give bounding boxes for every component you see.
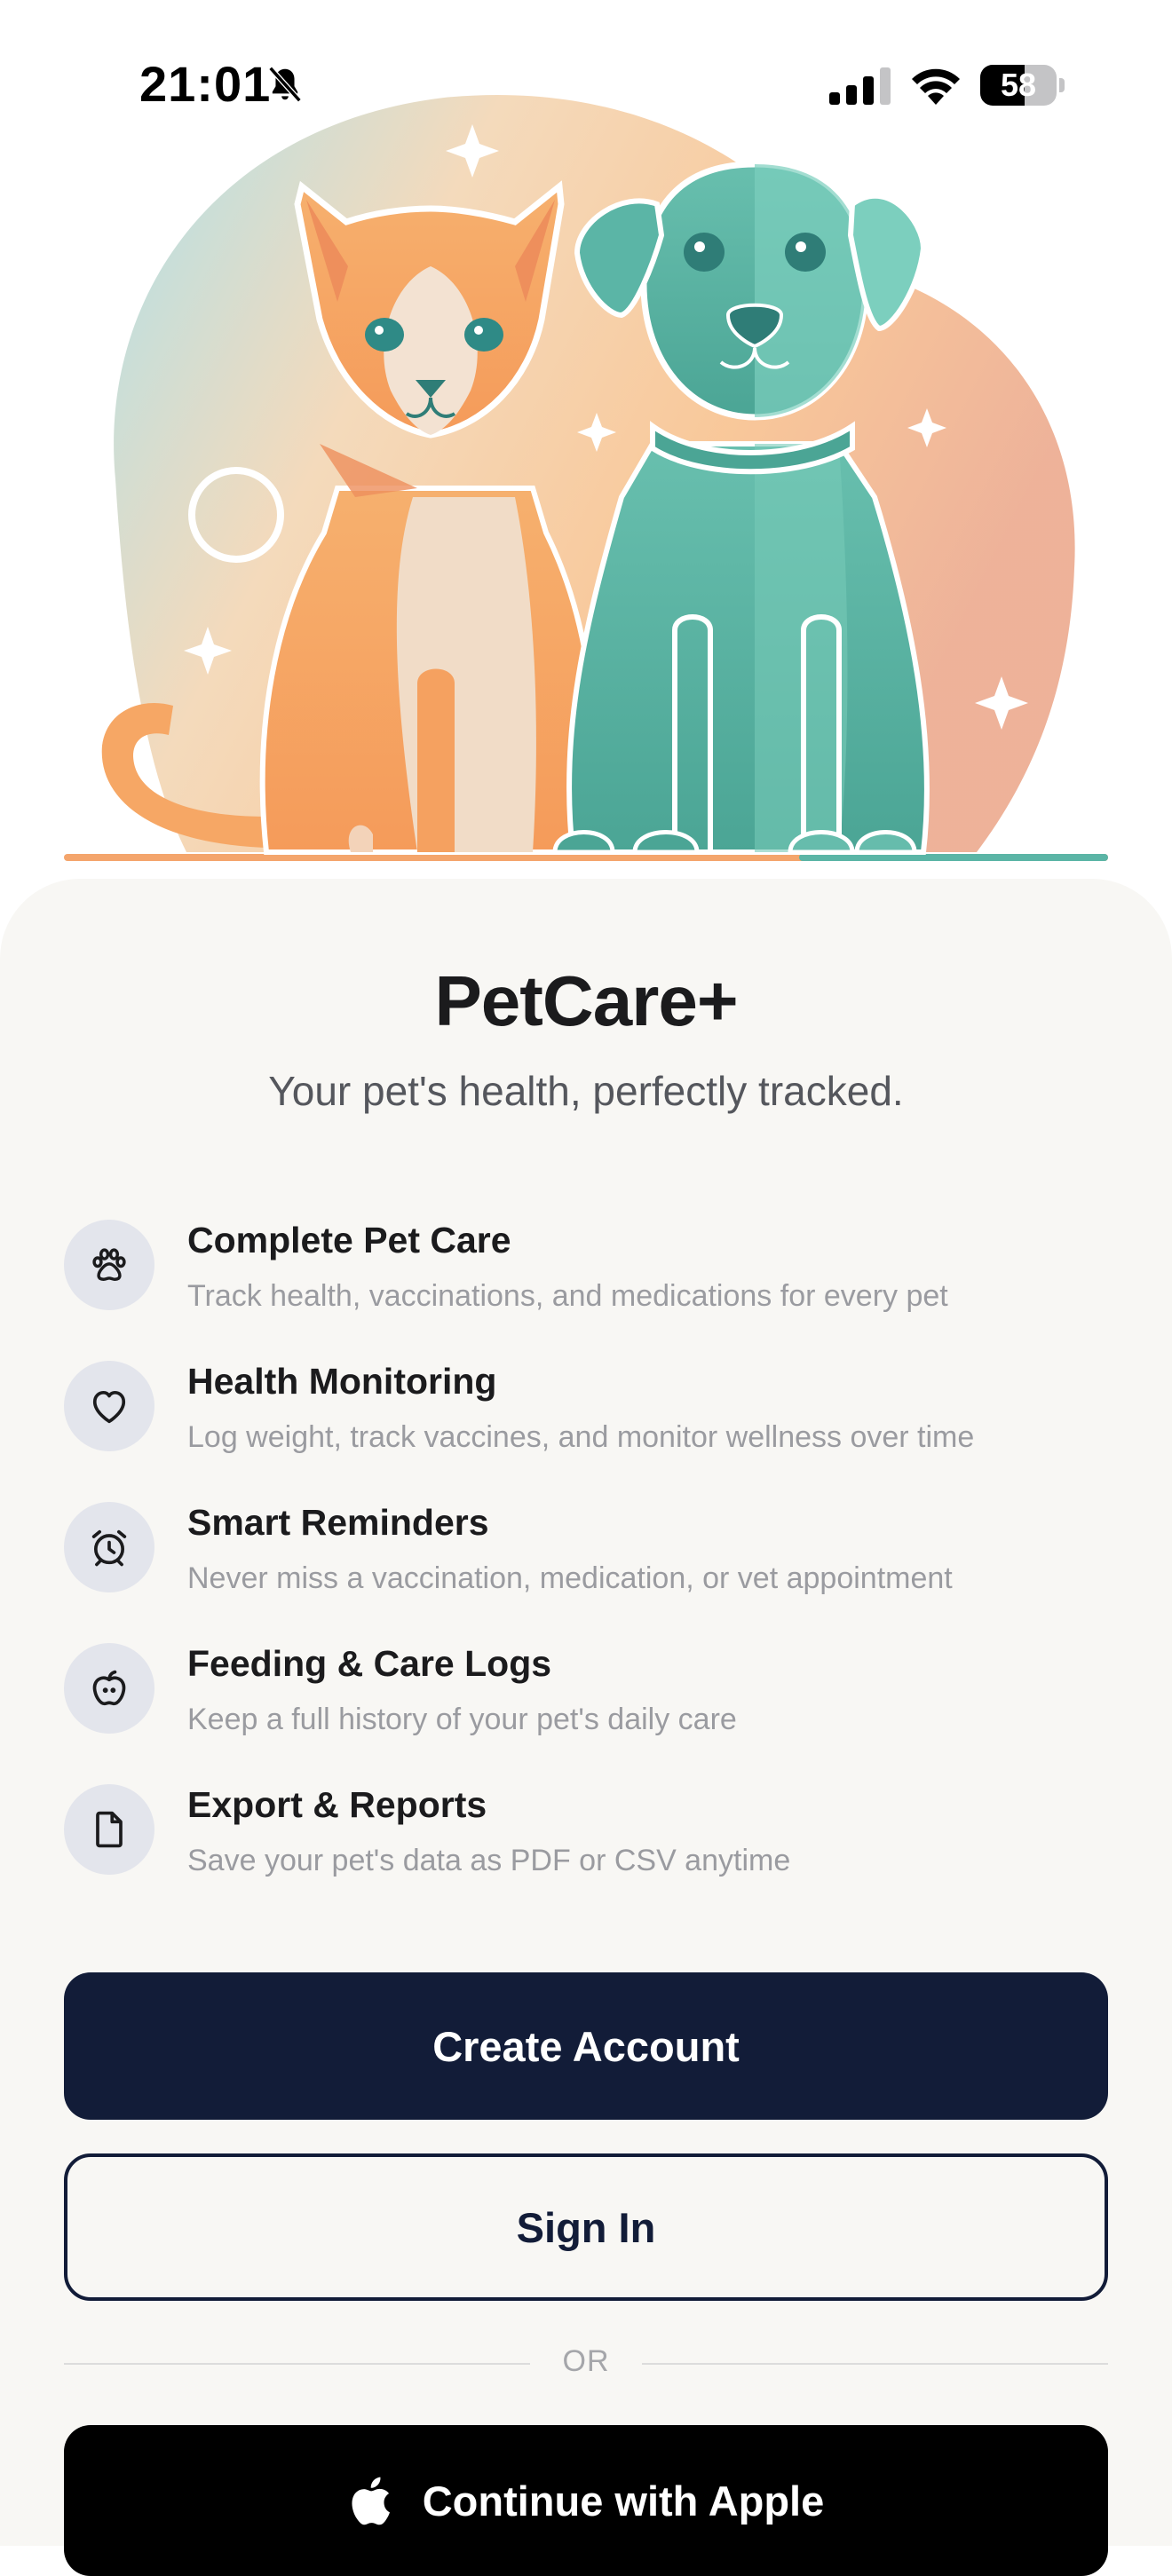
heart-icon <box>64 1361 154 1451</box>
battery-percentage: 58 <box>1000 67 1037 103</box>
bell-slash-icon <box>268 66 302 103</box>
paw-icon <box>64 1220 154 1310</box>
feature-export-reports: Export & Reports Save your pet's data as… <box>64 1784 1129 1891</box>
feature-title: Complete Pet Care <box>187 1220 511 1260</box>
feature-subtitle: Keep a full history of your pet's daily … <box>187 1703 737 1736</box>
feature-subtitle: Log weight, track vaccines, and monitor … <box>187 1420 975 1454</box>
feature-subtitle: Never miss a vaccination, medication, or… <box>187 1561 953 1595</box>
feature-subtitle: Save your pet's data as PDF or CSV anyti… <box>187 1844 791 1877</box>
feature-title: Health Monitoring <box>187 1361 497 1402</box>
cellular-signal-icon <box>829 67 891 105</box>
or-divider-label: OR <box>562 2344 610 2378</box>
continue-with-apple-label: Continue with Apple <box>422 2477 825 2525</box>
status-time: 21:01 <box>139 56 272 112</box>
battery-icon: 58 <box>980 65 1057 106</box>
apple-fruit-icon <box>64 1643 154 1734</box>
feature-health-monitoring: Health Monitoring Log weight, track vacc… <box>64 1361 1129 1467</box>
feature-title: Feeding & Care Logs <box>187 1643 552 1684</box>
app-tagline: Your pet's health, perfectly tracked. <box>268 1068 904 1114</box>
sign-in-button[interactable]: Sign In <box>64 2153 1108 2301</box>
document-icon <box>64 1784 154 1875</box>
feature-complete-pet-care: Complete Pet Care Track health, vaccinat… <box>64 1220 1129 1326</box>
wifi-icon <box>912 68 960 105</box>
continue-with-apple-button[interactable]: Continue with Apple <box>64 2425 1108 2576</box>
status-bar: 21:01 58 <box>0 0 1172 169</box>
create-account-button[interactable]: Create Account <box>64 1972 1108 2120</box>
feature-subtitle: Track health, vaccinations, and medicati… <box>187 1279 948 1313</box>
battery-cap <box>1059 78 1065 92</box>
feature-smart-reminders: Smart Reminders Never miss a vaccination… <box>64 1502 1129 1608</box>
sign-in-label: Sign In <box>516 2203 656 2251</box>
apple-logo-icon <box>352 2477 390 2525</box>
feature-title: Smart Reminders <box>187 1502 489 1543</box>
alarm-clock-icon <box>64 1502 154 1592</box>
create-account-label: Create Account <box>432 2022 740 2070</box>
app-title: PetCare+ <box>434 961 738 1040</box>
feature-title: Export & Reports <box>187 1784 487 1825</box>
feature-feeding-care-logs: Feeding & Care Logs Keep a full history … <box>64 1643 1129 1750</box>
